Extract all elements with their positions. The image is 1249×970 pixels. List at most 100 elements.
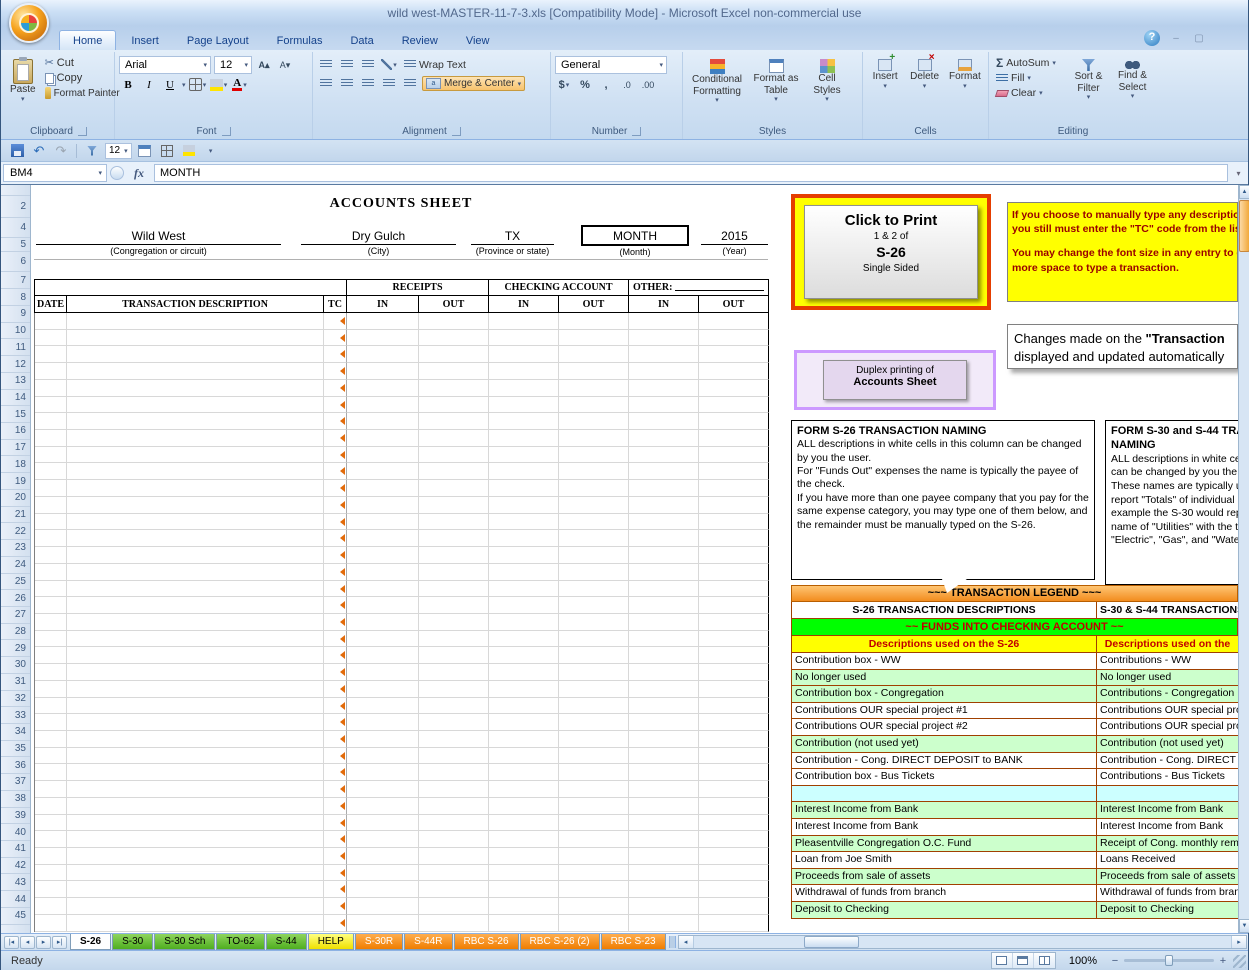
grid-cell[interactable]: [67, 530, 324, 547]
grid-cell[interactable]: [629, 781, 699, 798]
borders-button[interactable]: ▾: [189, 76, 207, 93]
grid-cell[interactable]: [559, 447, 629, 464]
grid-cell[interactable]: [67, 698, 324, 715]
grid-cell[interactable]: [35, 915, 67, 932]
legend-cell-s30-s44[interactable]: Receipt of Cong. monthly remittance: [1097, 836, 1238, 853]
grid-cell[interactable]: [35, 848, 67, 865]
row-header-12[interactable]: 12: [1, 356, 30, 373]
legend-cell-s30-s44[interactable]: Withdrawal of funds from branch: [1097, 885, 1238, 902]
grid-cell[interactable]: [35, 865, 67, 882]
page-layout-view-button[interactable]: [1013, 953, 1034, 968]
grid-cell[interactable]: [629, 748, 699, 765]
grid-cell[interactable]: [489, 447, 559, 464]
row-header-6[interactable]: 6: [1, 252, 30, 272]
format-as-table-button[interactable]: Format as Table ▾: [750, 56, 802, 105]
zoom-slider-thumb[interactable]: [1165, 955, 1173, 966]
grid-cell[interactable]: [629, 547, 699, 564]
legend-cell-s26[interactable]: Contributions OUR special project #2: [792, 719, 1097, 736]
grid-cell[interactable]: [699, 714, 769, 731]
row-header-8[interactable]: 8: [1, 289, 30, 306]
grid-cell[interactable]: [559, 848, 629, 865]
grid-cell[interactable]: [559, 681, 629, 698]
grid-cell[interactable]: [699, 564, 769, 581]
grid-cell[interactable]: [35, 413, 67, 430]
grid-cell[interactable]: [559, 363, 629, 380]
grid-cell[interactable]: [559, 564, 629, 581]
duplex-print-button[interactable]: Duplex printing of Accounts Sheet: [794, 350, 996, 410]
grid-cell[interactable]: [347, 614, 419, 631]
conditional-formatting-button[interactable]: Conditional Formatting ▾: [687, 56, 747, 106]
grid-cell[interactable]: [67, 614, 324, 631]
grid-cell[interactable]: [419, 581, 489, 598]
cell-styles-button[interactable]: Cell Styles ▾: [805, 56, 849, 105]
grid-cell[interactable]: [489, 764, 559, 781]
grid-cell[interactable]: [699, 480, 769, 497]
grid-cell[interactable]: [35, 497, 67, 514]
grid-cell[interactable]: [489, 463, 559, 480]
grid-cell[interactable]: [347, 647, 419, 664]
field-province-value[interactable]: TX: [471, 225, 554, 245]
grid-cell[interactable]: [347, 631, 419, 648]
grid-cell[interactable]: [559, 463, 629, 480]
grid-cell[interactable]: [67, 631, 324, 648]
grid-cell[interactable]: [699, 547, 769, 564]
grid-cell[interactable]: [699, 313, 769, 330]
grid-cell[interactable]: [559, 380, 629, 397]
grid-cell[interactable]: [35, 881, 67, 898]
scroll-up-icon[interactable]: ▲: [1239, 185, 1249, 199]
grid-cell[interactable]: [419, 346, 489, 363]
italic-button[interactable]: I: [140, 76, 158, 93]
row-header-29[interactable]: 29: [1, 640, 30, 657]
zoom-slider-track[interactable]: [1124, 959, 1214, 962]
grid-cell[interactable]: [559, 764, 629, 781]
row-header-27[interactable]: 27: [1, 607, 30, 624]
grid-cell[interactable]: [35, 798, 67, 815]
vertical-scrollbar[interactable]: ▲ ▼: [1238, 185, 1249, 933]
grid-cell[interactable]: [419, 781, 489, 798]
grid-cell[interactable]: [559, 714, 629, 731]
grid-cell[interactable]: [699, 831, 769, 848]
accounting-format-button[interactable]: $▾: [555, 76, 573, 93]
grid-cell[interactable]: [629, 597, 699, 614]
help-icon[interactable]: ?: [1144, 30, 1160, 46]
grid-cell[interactable]: [419, 798, 489, 815]
grid-cell[interactable]: [699, 397, 769, 414]
font-dialog-launcher[interactable]: [222, 127, 231, 136]
grid-cell[interactable]: [35, 514, 67, 531]
grid-cell[interactable]: [347, 547, 419, 564]
autosum-button[interactable]: ΣAutoSum▾: [993, 56, 1065, 70]
sheet-tab-s-44r[interactable]: S-44R: [404, 934, 452, 950]
grid-cell[interactable]: [489, 581, 559, 598]
grid-cell[interactable]: [35, 547, 67, 564]
grid-cell[interactable]: [35, 480, 67, 497]
grid-cell[interactable]: [629, 380, 699, 397]
grid-cell[interactable]: [629, 647, 699, 664]
grid-cell[interactable]: [347, 881, 419, 898]
legend-cell-s26[interactable]: Contribution (not used yet): [792, 736, 1097, 753]
grid-cell[interactable]: [67, 781, 324, 798]
grid-cell[interactable]: [489, 714, 559, 731]
field-congregation-value[interactable]: Wild West: [36, 225, 281, 245]
grid-cell[interactable]: [489, 748, 559, 765]
redo-button[interactable]: ↷: [52, 142, 70, 160]
grid-cell[interactable]: [489, 413, 559, 430]
grid-cell[interactable]: [347, 798, 419, 815]
grid-cell[interactable]: [324, 681, 347, 698]
row-header-23[interactable]: 23: [1, 540, 30, 557]
grid-cell[interactable]: [489, 647, 559, 664]
grid-cell[interactable]: [67, 915, 324, 932]
resize-grip[interactable]: [1233, 955, 1246, 968]
sort-filter-button[interactable]: Sort & Filter ▾: [1068, 56, 1109, 103]
align-center-button[interactable]: [338, 75, 356, 92]
row-header-36[interactable]: 36: [1, 757, 30, 774]
format-cells-button[interactable]: Format ▾: [946, 56, 984, 92]
sheet-canvas[interactable]: ACCOUNTS SHEET Wild West (Congregation o…: [31, 185, 1238, 933]
grid-cell[interactable]: [419, 698, 489, 715]
grid-cell[interactable]: [489, 881, 559, 898]
grid-cell[interactable]: [629, 497, 699, 514]
grid-cell[interactable]: [629, 463, 699, 480]
row-header-24[interactable]: 24: [1, 557, 30, 574]
row-header-9[interactable]: 9: [1, 306, 30, 323]
grid-cell[interactable]: [699, 497, 769, 514]
grid-cell[interactable]: [489, 798, 559, 815]
